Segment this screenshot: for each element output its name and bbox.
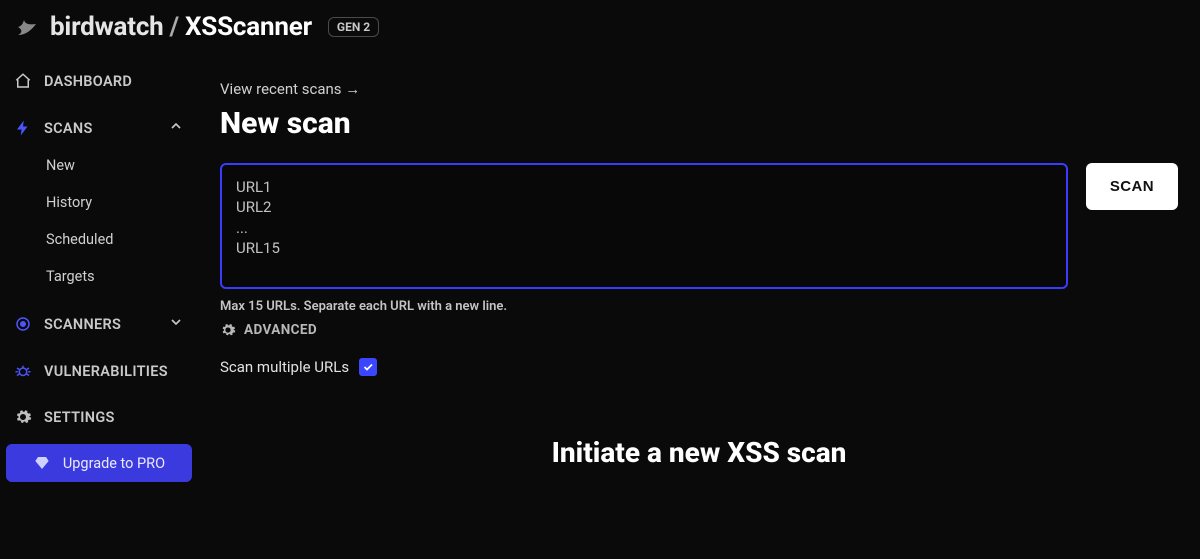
home-icon xyxy=(14,72,32,90)
sidebar-item-scans-new[interactable]: New xyxy=(34,148,192,183)
scan-button[interactable]: SCAN xyxy=(1086,163,1178,210)
advanced-toggle[interactable]: ADVANCED xyxy=(220,322,317,338)
gear-icon xyxy=(14,408,32,426)
scan-multiple-label: Scan multiple URLs xyxy=(220,358,349,376)
page-title: New scan xyxy=(220,106,1178,141)
sidebar-item-scans-history[interactable]: History xyxy=(34,185,192,220)
url-list-input[interactable] xyxy=(220,163,1068,289)
bug-icon xyxy=(14,362,32,380)
bolt-icon xyxy=(14,119,32,137)
app-header: birdwatch / XSScanner GEN 2 xyxy=(0,0,1200,56)
breadcrumb: birdwatch / XSScanner xyxy=(50,12,312,42)
sidebar-item-settings[interactable]: SETTINGS xyxy=(6,400,192,434)
generation-badge: GEN 2 xyxy=(328,17,379,37)
hero-heading: Initiate a new XSS scan xyxy=(220,436,1178,469)
breadcrumb-owner[interactable]: birdwatch xyxy=(50,12,164,42)
sidebar-item-scans[interactable]: SCANS xyxy=(6,110,192,146)
sidebar-item-label: DASHBOARD xyxy=(44,73,132,90)
sidebar-item-label: SCANS xyxy=(44,120,93,137)
upgrade-button[interactable]: Upgrade to PRO xyxy=(6,444,192,482)
sidebar-item-scanners[interactable]: SCANNERS xyxy=(6,306,192,342)
sidebar-item-label: VULNERABILITIES xyxy=(44,363,168,380)
scan-multiple-checkbox[interactable] xyxy=(359,358,377,376)
sidebar: DASHBOARD SCANS New History Scheduled Ta… xyxy=(0,56,198,559)
scans-subitems: New History Scheduled Targets xyxy=(6,148,192,304)
chevron-up-icon xyxy=(168,118,184,138)
sidebar-item-vulnerabilities[interactable]: VULNERABILITIES xyxy=(6,354,192,388)
breadcrumb-project[interactable]: XSScanner xyxy=(185,12,312,42)
breadcrumb-separator: / xyxy=(166,12,183,42)
sidebar-item-scans-scheduled[interactable]: Scheduled xyxy=(34,222,192,257)
sidebar-item-label: SETTINGS xyxy=(44,409,115,426)
main-content: View recent scans → New scan SCAN Max 15… xyxy=(198,56,1200,559)
view-recent-scans-link[interactable]: View recent scans → xyxy=(220,80,1178,98)
sidebar-item-label: SCANNERS xyxy=(44,316,121,333)
app-logo-icon xyxy=(14,14,40,40)
sidebar-item-dashboard[interactable]: DASHBOARD xyxy=(6,64,192,98)
chevron-down-icon xyxy=(168,314,184,334)
scan-multiple-row: Scan multiple URLs xyxy=(220,358,1178,376)
diamond-icon xyxy=(33,454,51,472)
gear-icon xyxy=(220,322,236,338)
sidebar-item-scans-targets[interactable]: Targets xyxy=(34,259,192,294)
upgrade-label: Upgrade to PRO xyxy=(63,455,165,472)
advanced-label: ADVANCED xyxy=(244,322,317,338)
url-hint-text: Max 15 URLs. Separate each URL with a ne… xyxy=(220,299,1178,314)
target-icon xyxy=(14,315,32,333)
